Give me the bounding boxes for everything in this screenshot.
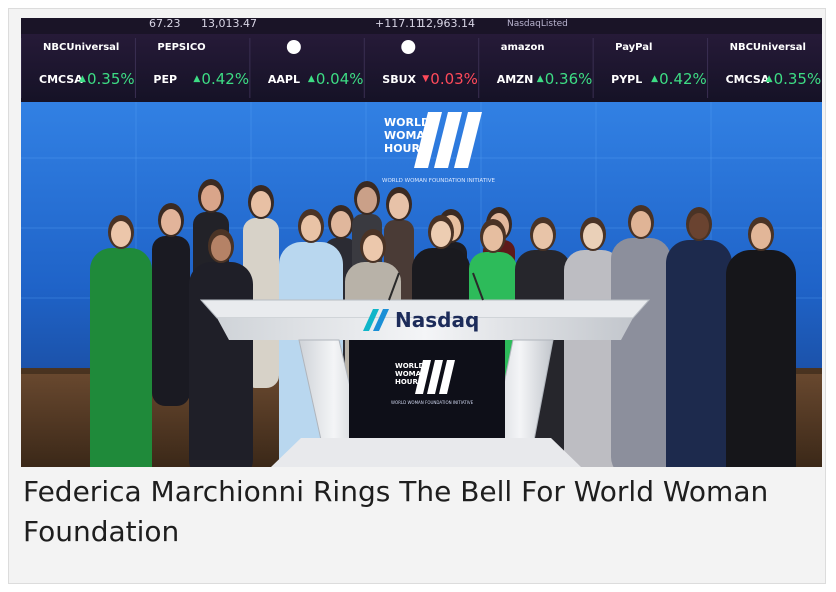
ticker-top-small: 67.23 bbox=[149, 18, 181, 30]
ticker-symbol: CMCSA bbox=[39, 73, 83, 86]
arrow-up-icon: ▲ bbox=[651, 74, 658, 84]
ticker-change: 0.36% bbox=[545, 70, 593, 88]
ticker-change: 0.04% bbox=[316, 70, 364, 88]
ticker-company: NBCUniversal bbox=[730, 42, 806, 53]
ticker-top-change: +117.11 bbox=[375, 18, 423, 30]
wall-logo-sub: WORLD WOMAN FOUNDATION INITIATIVE bbox=[382, 178, 495, 184]
arrow-up-icon: ▲ bbox=[308, 74, 315, 84]
arrow-down-icon: ▼ bbox=[422, 74, 429, 84]
ticker-company: NBCUniversal bbox=[43, 42, 119, 53]
screen-line3: HOUR bbox=[395, 378, 418, 386]
ticker-top-value: 12,963.14 bbox=[419, 18, 475, 30]
ticker-company: amazon bbox=[501, 42, 545, 53]
person bbox=[666, 207, 732, 467]
arrow-up-icon: ▲ bbox=[79, 74, 86, 84]
ticker-logo-icon bbox=[401, 40, 416, 54]
ticker-company: PEPSICO bbox=[157, 42, 205, 53]
arrow-up-icon: ▲ bbox=[766, 74, 773, 84]
ticker-symbol: PYPL bbox=[611, 73, 642, 86]
ticker-symbol: AAPL bbox=[268, 73, 300, 86]
screen-line1: WORLD bbox=[395, 362, 425, 370]
ticker-symbol: PEP bbox=[153, 73, 177, 86]
arrow-up-icon: ▲ bbox=[537, 74, 544, 84]
ticker-symbol: AMZN bbox=[497, 73, 534, 86]
ticker-top-listed: NasdaqListed bbox=[507, 19, 568, 29]
ticker-top-left: 13,013.47 bbox=[201, 18, 257, 30]
ticker-logo-icon bbox=[286, 40, 301, 54]
ticker-change: 0.35% bbox=[774, 70, 822, 88]
event-photo[interactable]: 67.23 13,013.47 +117.11 12,963.14 Nasdaq… bbox=[21, 18, 822, 467]
ticker-change: 0.35% bbox=[87, 70, 135, 88]
ticker-change: 0.42% bbox=[201, 70, 249, 88]
person bbox=[726, 217, 796, 467]
arrow-up-icon: ▲ bbox=[193, 74, 200, 84]
photo-caption: Federica Marchionni Rings The Bell For W… bbox=[23, 475, 769, 548]
ticker-symbol: CMCSA bbox=[726, 73, 770, 86]
ticker-change: 0.03% bbox=[430, 70, 478, 88]
screen-sub: WORLD WOMAN FOUNDATION INITIATIVE bbox=[391, 400, 474, 405]
ticker-change: 0.42% bbox=[659, 70, 707, 88]
wall-logo-line3: HOUR bbox=[384, 142, 420, 155]
person bbox=[90, 215, 152, 467]
wall-logo-line1: WORLD bbox=[384, 116, 430, 129]
ticker-company: PayPal bbox=[615, 42, 652, 53]
nasdaq-wordmark: Nasdaq bbox=[395, 308, 479, 332]
ticker-symbol: SBUX bbox=[382, 73, 416, 86]
photo-illustration: 67.23 13,013.47 +117.11 12,963.14 Nasdaq… bbox=[21, 18, 822, 467]
